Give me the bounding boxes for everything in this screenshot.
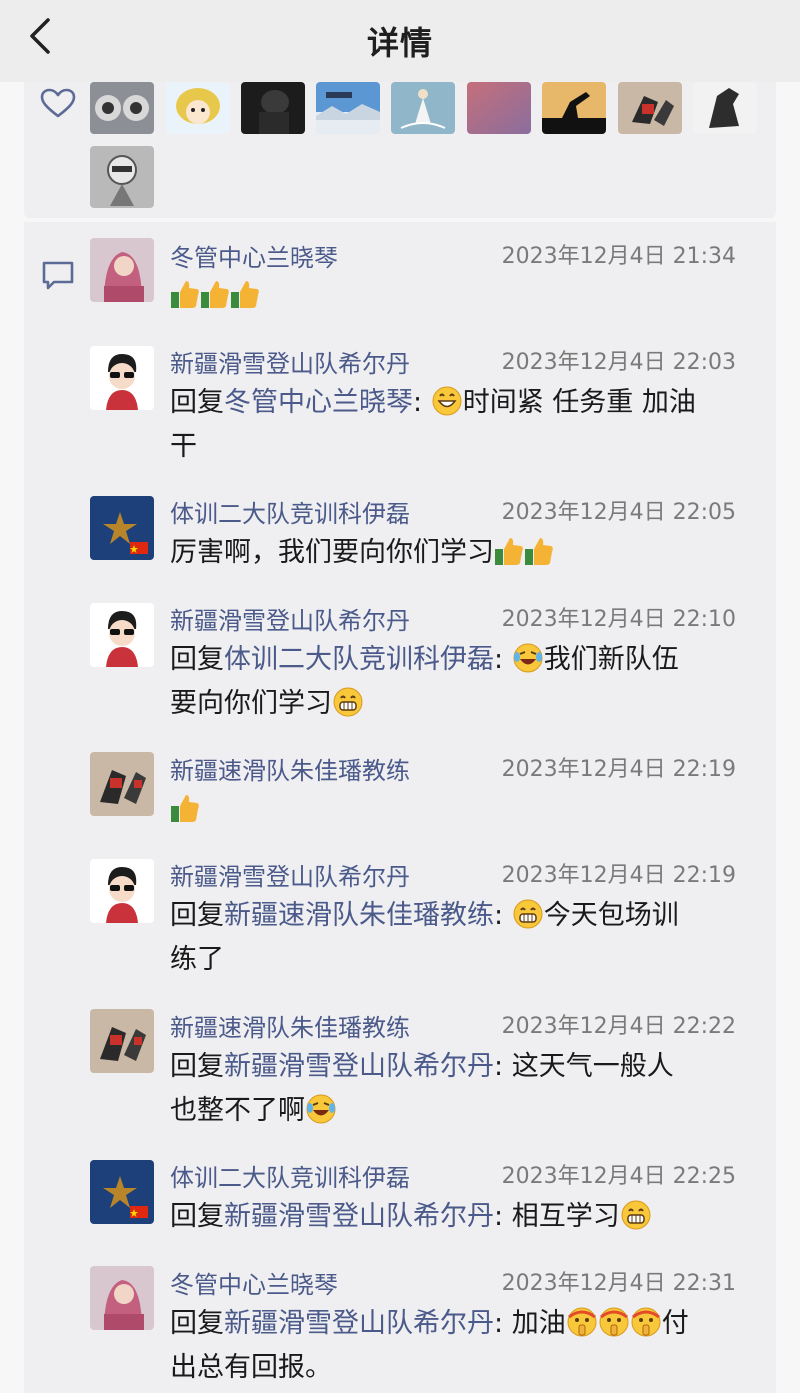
thumbs-up-icon [201,281,229,308]
comment-time: 2023年12月4日 21:34 [501,244,736,269]
commenter-name[interactable]: 新疆速滑队朱佳璠教练 [170,1008,410,1043]
comment-text: 回复新疆速滑队朱佳璠教练: 今天包场训 练了 [170,899,679,975]
grimace-emoji-icon [513,899,543,929]
liker-avatar[interactable] [90,146,154,208]
top-bar: 详情 [0,0,800,82]
liker-avatar[interactable] [166,82,230,134]
commenter-avatar[interactable] [90,603,154,667]
heart-icon [40,88,76,118]
liker-avatar[interactable] [90,82,154,134]
liker-avatar[interactable] [467,82,531,134]
reply-target[interactable]: 新疆速滑队朱佳璠教练 [224,900,494,931]
thumbs-up-icon [171,281,199,308]
shush-emoji-icon [599,1307,629,1337]
commenter-avatar[interactable] [90,496,154,560]
comment-text: 回复体训二大队竞训科伊磊: 我们新队伍 要向你们学习 [170,643,679,719]
commenter-avatar[interactable] [90,1266,154,1330]
shush-emoji-icon [567,1307,597,1337]
liker-avatar[interactable] [241,82,305,134]
comment-text [170,274,760,318]
comment-text: 厉害啊，我们要向你们学习 [170,531,760,575]
commenter-avatar[interactable] [90,238,154,302]
commenter-avatar[interactable] [90,1160,154,1224]
comment-text [170,788,760,832]
grimace-emoji-icon [333,687,363,717]
liker-avatar[interactable] [316,82,380,134]
comment-text: 回复新疆滑雪登山队希尔丹: 加油付出总有回报。 [170,1307,689,1383]
commenter-avatar[interactable] [90,346,154,410]
reply-target[interactable]: 新疆滑雪登山队希尔丹 [224,1051,494,1082]
thumbs-up-icon [495,538,523,565]
comment-text: 回复新疆滑雪登山队希尔丹: 相互学习 [170,1195,760,1239]
reply-target[interactable]: 新疆滑雪登山队希尔丹 [224,1308,494,1339]
thumbs-up-icon [171,795,199,822]
commenter-name[interactable]: 冬管中心兰晓琴 [170,238,338,273]
commenter-name[interactable]: 冬管中心兰晓琴 [170,1265,338,1300]
comment-time: 2023年12月4日 22:19 [501,757,736,782]
commenter-avatar[interactable] [90,859,154,923]
comment-time: 2023年12月4日 22:10 [501,607,736,632]
grin-emoji-icon [432,386,462,416]
laugh-tears-emoji-icon [306,1094,336,1124]
comment-bubble-icon [42,261,74,290]
comment-time: 2023年12月4日 22:22 [501,1014,736,1039]
comment-time: 2023年12月4日 22:31 [501,1271,736,1296]
comment-text: 回复新疆滑雪登山队希尔丹: 这天气一般人 也整不了啊 [170,1051,674,1126]
commenter-name[interactable]: 新疆滑雪登山队希尔丹 [170,857,410,892]
commenter-name[interactable]: 新疆速滑队朱佳璠教练 [170,751,410,786]
liker-avatar[interactable] [693,82,757,134]
commenter-name[interactable]: 体训二大队竞训科伊磊 [170,1158,410,1193]
liker-avatar[interactable] [542,82,606,134]
comment-time: 2023年12月4日 22:05 [501,500,736,525]
thumbs-up-icon [231,281,259,308]
page-title: 详情 [366,24,433,62]
comment-time: 2023年12月4日 22:25 [501,1164,736,1189]
liker-avatar[interactable] [618,82,682,134]
laugh-tears-emoji-icon [513,643,543,673]
grimace-emoji-icon [621,1200,651,1230]
commenter-name[interactable]: 新疆滑雪登山队希尔丹 [170,601,410,636]
comment-time: 2023年12月4日 22:19 [501,863,736,888]
reply-target[interactable]: 体训二大队竞训科伊磊 [224,644,494,675]
commenter-avatar[interactable] [90,1009,154,1073]
thumbs-up-icon [525,538,553,565]
comment-text: 回复冬管中心兰晓琴: 时间紧 任务重 加油干 [170,386,696,462]
liker-avatar[interactable] [391,82,455,134]
comment-time: 2023年12月4日 22:03 [501,350,736,375]
commenter-avatar[interactable] [90,752,154,816]
commenter-name[interactable]: 新疆滑雪登山队希尔丹 [170,344,410,379]
commenter-name[interactable]: 体训二大队竞训科伊磊 [170,494,410,529]
reply-target[interactable]: 新疆滑雪登山队希尔丹 [224,1201,494,1232]
shush-emoji-icon [631,1307,661,1337]
reply-target[interactable]: 冬管中心兰晓琴 [224,387,413,418]
